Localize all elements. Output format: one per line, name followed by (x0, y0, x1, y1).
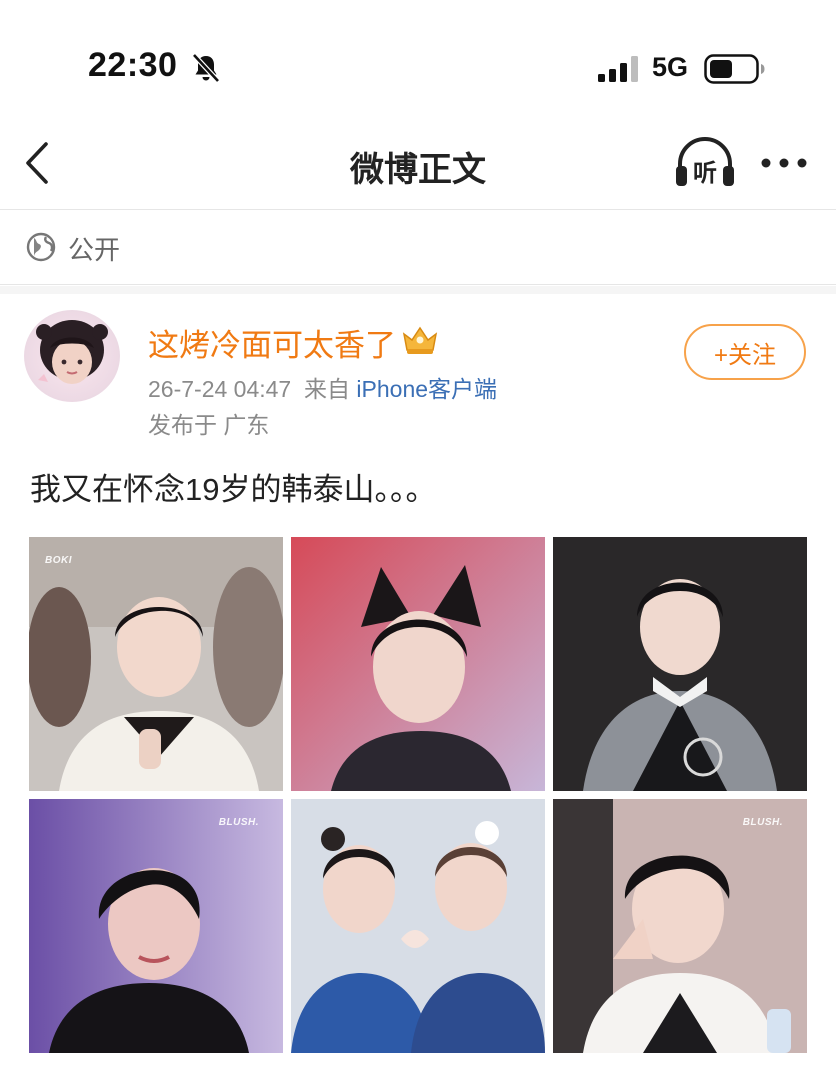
listen-label: 听 (693, 159, 717, 187)
photo-grid: BOKI BLUSH. BLUSH. (29, 537, 807, 1053)
visibility-label: 公开 (68, 235, 121, 265)
follow-button[interactable]: +关注 (684, 324, 806, 380)
photo-watermark: BLUSH. (218, 817, 259, 828)
headphones-icon[interactable]: 听 (674, 134, 736, 192)
bell-slash-icon (192, 53, 220, 83)
photo-6[interactable]: BLUSH. (553, 799, 807, 1053)
globe-icon (26, 232, 56, 262)
status-bar: 22:30 5G (0, 0, 836, 120)
nav-bar: 微博正文 听 (0, 120, 836, 210)
network-type: 5G (652, 52, 689, 82)
photo-1[interactable]: BOKI (29, 537, 283, 791)
avatar[interactable] (24, 310, 120, 402)
status-time: 22:30 (88, 46, 178, 84)
post-location: 发布于 广东 (148, 412, 270, 438)
signal-icon (598, 56, 638, 82)
username[interactable]: 这烤冷面可太香了 (148, 320, 396, 365)
post-date: 26-7-24 04:47 (148, 376, 292, 402)
photo-watermark: BOKI (45, 555, 72, 566)
source-prefix: 来自 (304, 376, 351, 402)
section-divider (0, 286, 836, 294)
post-text: 我又在怀念19岁的韩泰山。。。 (30, 472, 437, 507)
crown-icon (402, 326, 438, 354)
more-icon[interactable] (760, 156, 808, 170)
photo-5[interactable] (291, 799, 545, 1053)
battery-icon (704, 54, 765, 84)
post-meta: 26-7-24 04:47 来自 iPhone客户端 (148, 370, 497, 404)
photo-watermark: BLUSH. (742, 817, 783, 828)
photo-2[interactable] (291, 537, 545, 791)
visibility-row: 公开 (0, 210, 836, 285)
photo-4[interactable]: BLUSH. (29, 799, 283, 1053)
photo-3[interactable] (553, 537, 807, 791)
client-link[interactable]: iPhone客户端 (356, 376, 497, 402)
